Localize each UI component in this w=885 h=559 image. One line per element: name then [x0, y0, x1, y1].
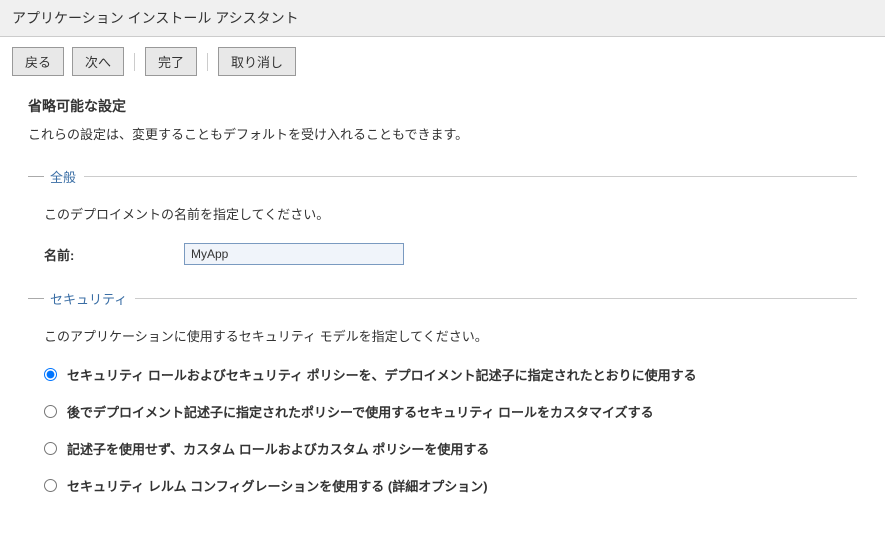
security-radio-0[interactable]	[44, 368, 57, 381]
legend-line-icon	[28, 176, 44, 177]
next-button[interactable]: 次へ	[72, 47, 124, 76]
security-option-label: 記述子を使用せず、カスタム ロールおよびカスタム ポリシーを使用する	[67, 439, 489, 458]
security-option-label: 後でデプロイメント記述子に指定されたポリシーで使用するセキュリティ ロールをカス…	[67, 402, 654, 421]
finish-button[interactable]: 完了	[145, 47, 197, 76]
security-description: このアプリケーションに使用するセキュリティ モデルを指定してください。	[44, 326, 857, 345]
general-legend: 全般	[50, 167, 84, 186]
security-option-label: セキュリティ レルム コンフィグレーションを使用する (詳細オプション)	[67, 476, 488, 495]
security-option-row: セキュリティ ロールおよびセキュリティ ポリシーを、デプロイメント記述子に指定さ…	[44, 365, 857, 384]
legend-line-icon	[84, 176, 857, 177]
separator-icon	[134, 53, 135, 71]
page-title: アプリケーション インストール アシスタント	[0, 0, 885, 37]
security-radio-1[interactable]	[44, 405, 57, 418]
security-option-row: 記述子を使用せず、カスタム ロールおよびカスタム ポリシーを使用する	[44, 439, 857, 458]
cancel-button[interactable]: 取り消し	[218, 47, 296, 76]
security-radio-2[interactable]	[44, 442, 57, 455]
name-input[interactable]	[184, 243, 404, 265]
legend-line-icon	[135, 298, 857, 299]
separator-icon	[207, 53, 208, 71]
general-fieldset: 全般 このデプロイメントの名前を指定してください。 名前:	[28, 167, 857, 265]
name-label: 名前:	[44, 245, 184, 264]
security-radio-3[interactable]	[44, 479, 57, 492]
button-bar: 戻る 次へ 完了 取り消し	[0, 37, 885, 86]
security-fieldset: セキュリティ このアプリケーションに使用するセキュリティ モデルを指定してくださ…	[28, 289, 857, 495]
security-option-row: 後でデプロイメント記述子に指定されたポリシーで使用するセキュリティ ロールをカス…	[44, 402, 857, 421]
section-description: これらの設定は、変更することもデフォルトを受け入れることもできます。	[28, 124, 857, 143]
security-option-row: セキュリティ レルム コンフィグレーションを使用する (詳細オプション)	[44, 476, 857, 495]
general-description: このデプロイメントの名前を指定してください。	[44, 204, 857, 223]
legend-line-icon	[28, 298, 44, 299]
security-option-label: セキュリティ ロールおよびセキュリティ ポリシーを、デプロイメント記述子に指定さ…	[67, 365, 697, 384]
security-legend: セキュリティ	[50, 289, 135, 308]
back-button[interactable]: 戻る	[12, 47, 64, 76]
section-heading: 省略可能な設定	[28, 96, 857, 116]
